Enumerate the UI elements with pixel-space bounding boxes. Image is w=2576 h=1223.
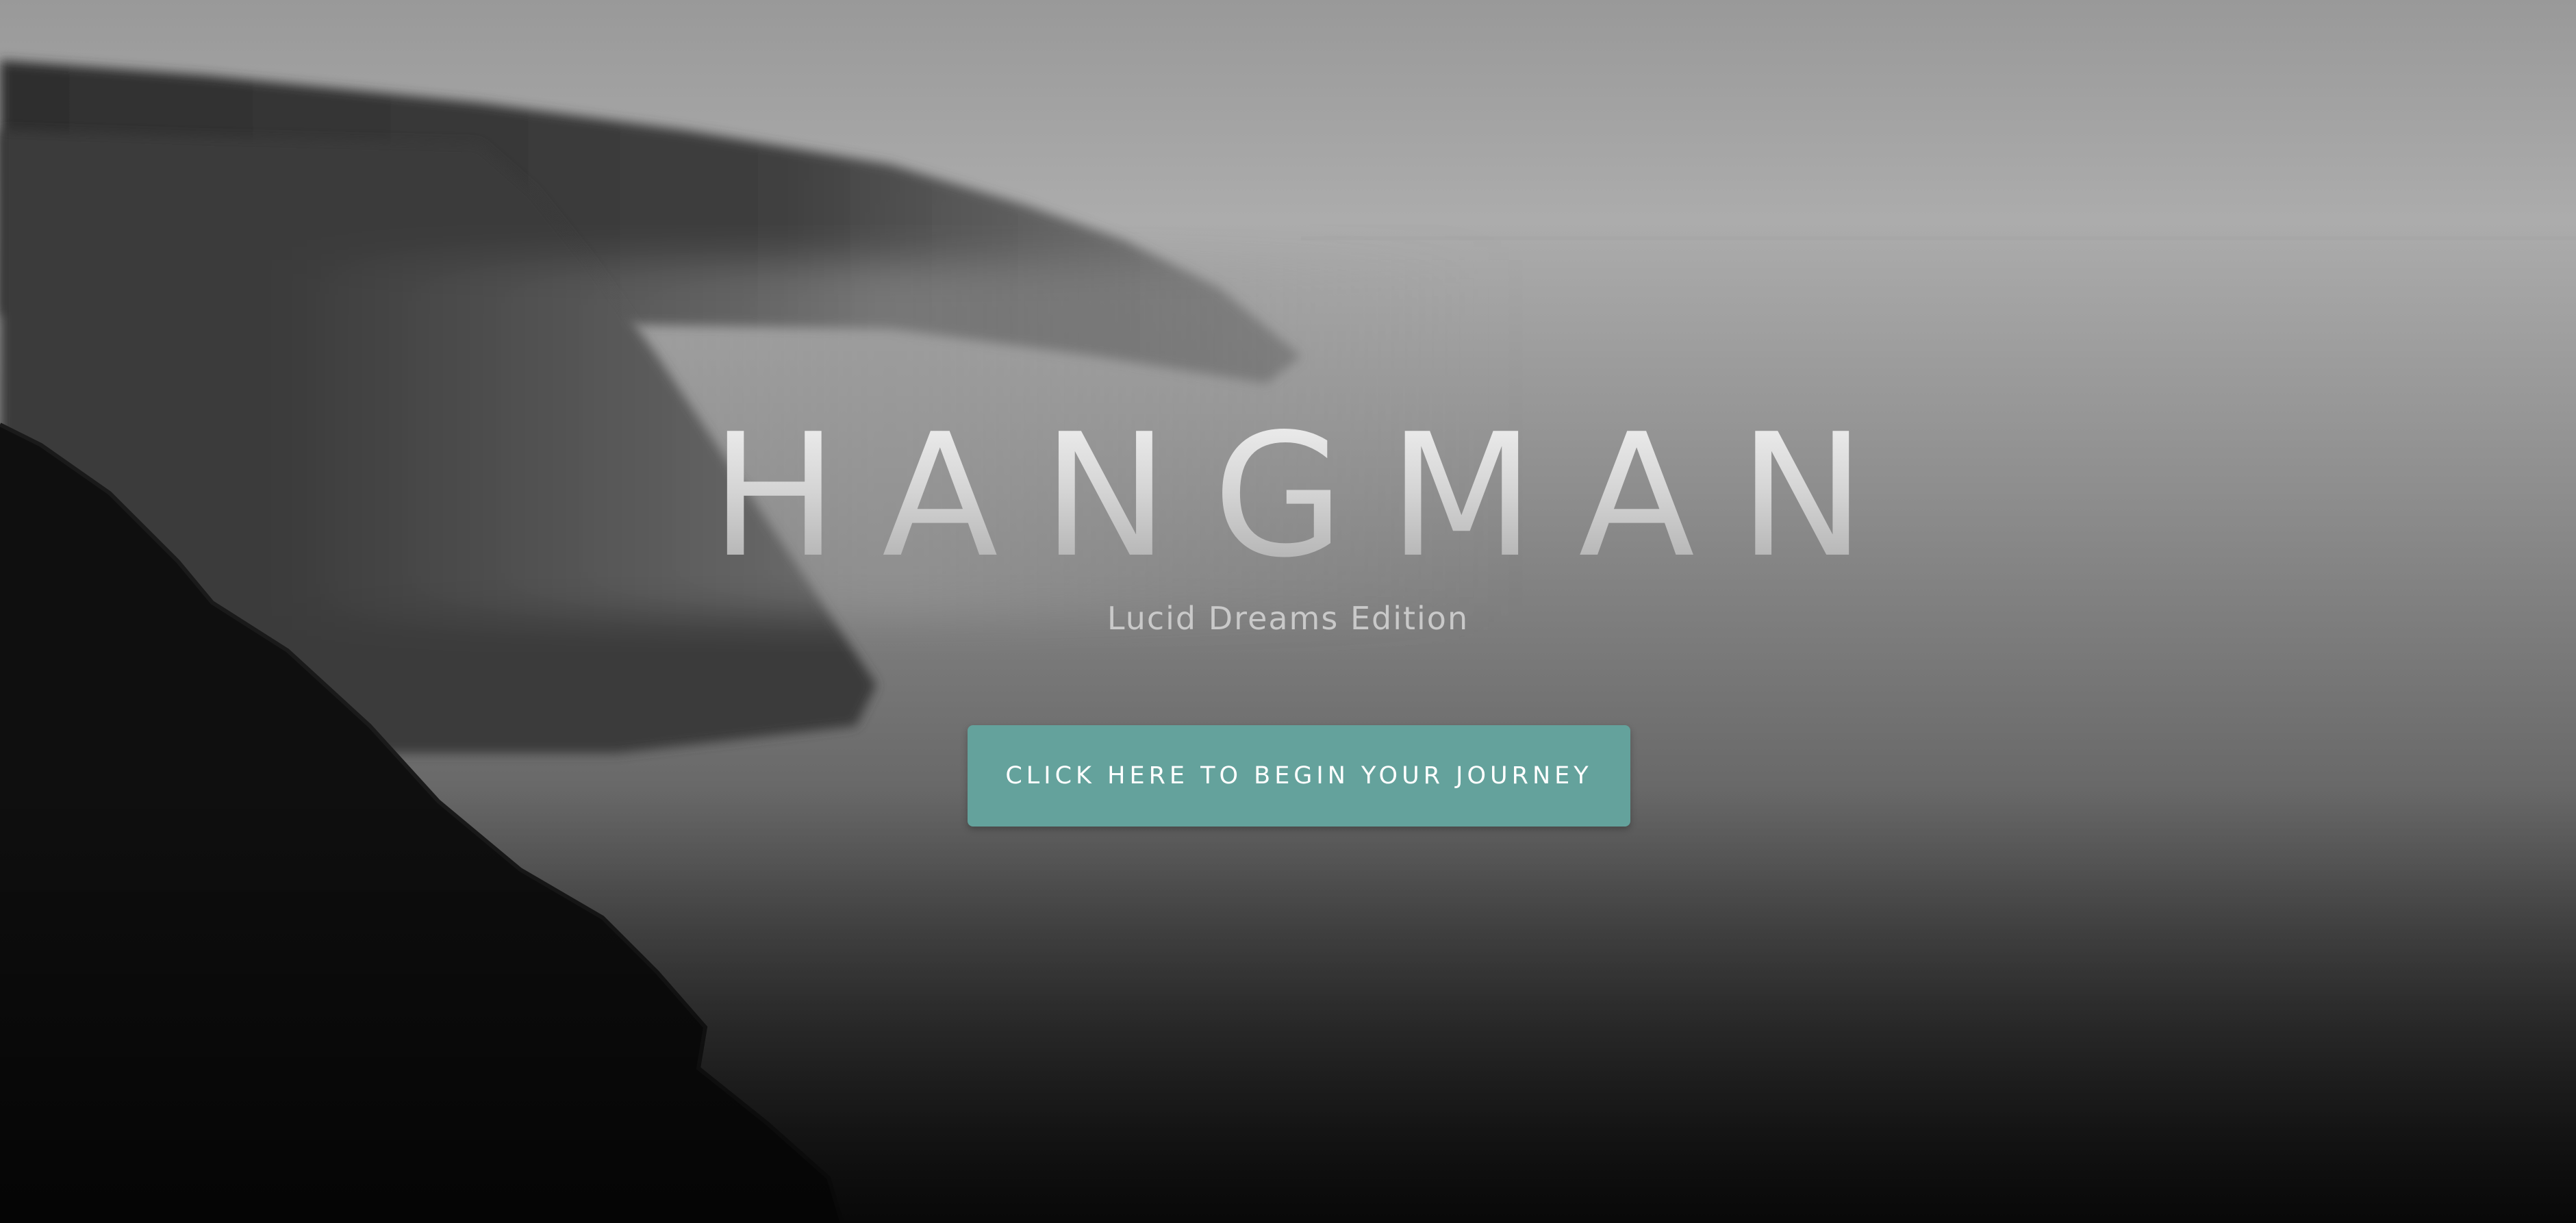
landing-screen: HANGMAN Lucid Dreams Edition CLICK HERE … xyxy=(0,0,2576,1223)
game-title: HANGMAN xyxy=(0,404,2576,589)
hero-content: HANGMAN Lucid Dreams Edition CLICK HERE … xyxy=(0,0,2576,1223)
game-subtitle: Lucid Dreams Edition xyxy=(1107,600,1469,637)
begin-journey-button[interactable]: CLICK HERE TO BEGIN YOUR JOURNEY xyxy=(968,725,1630,827)
